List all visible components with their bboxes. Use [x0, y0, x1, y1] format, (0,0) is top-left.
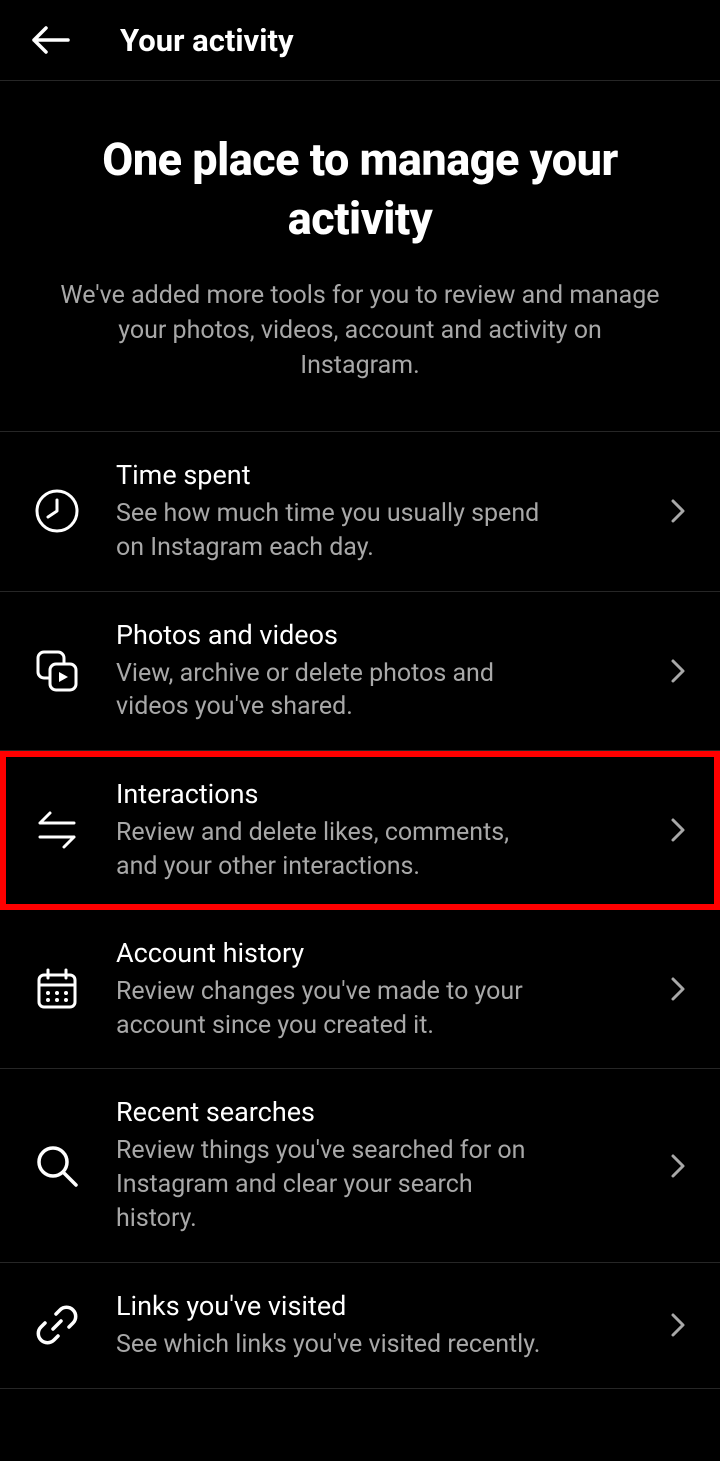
intro-section: One place to manage your activity We've …	[0, 81, 720, 431]
item-title: Links you've visited	[116, 1289, 652, 1324]
item-body: Links you've visited See which links you…	[116, 1289, 652, 1362]
item-title: Recent searches	[116, 1095, 652, 1130]
item-title: Interactions	[116, 777, 652, 812]
item-title: Account history	[116, 936, 652, 971]
chevron-right-icon	[664, 975, 692, 1003]
clock-icon	[32, 486, 82, 536]
item-recent-searches[interactable]: Recent searches Review things you've sea…	[0, 1069, 720, 1262]
item-links-visited[interactable]: Links you've visited See which links you…	[0, 1263, 720, 1389]
intro-title: One place to manage your activity	[40, 131, 680, 248]
item-subtitle: View, archive or delete photos and video…	[116, 657, 556, 725]
item-body: Account history Review changes you've ma…	[116, 936, 652, 1043]
arrows-swap-icon	[32, 805, 82, 855]
header-title: Your activity	[120, 22, 294, 59]
chevron-right-icon	[664, 657, 692, 685]
item-photos-videos[interactable]: Photos and videos View, archive or delet…	[0, 592, 720, 752]
item-body: Time spent See how much time you usually…	[116, 458, 652, 565]
arrow-left-icon	[28, 18, 72, 62]
item-subtitle: Review things you've searched for on Ins…	[116, 1134, 556, 1235]
link-icon	[32, 1300, 82, 1350]
media-icon	[32, 646, 82, 696]
search-icon	[32, 1141, 82, 1191]
activity-list: Time spent See how much time you usually…	[0, 431, 720, 1389]
item-body: Photos and videos View, archive or delet…	[116, 618, 652, 725]
item-time-spent[interactable]: Time spent See how much time you usually…	[0, 432, 720, 592]
chevron-right-icon	[664, 497, 692, 525]
item-subtitle: See how much time you usually spend on I…	[116, 497, 556, 565]
item-subtitle: Review and delete likes, comments, and y…	[116, 816, 556, 884]
item-title: Photos and videos	[116, 618, 652, 653]
back-button[interactable]	[28, 18, 72, 62]
item-account-history[interactable]: Account history Review changes you've ma…	[0, 910, 720, 1070]
chevron-right-icon	[664, 1311, 692, 1339]
header: Your activity	[0, 0, 720, 81]
calendar-icon	[32, 964, 82, 1014]
intro-subtitle: We've added more tools for you to review…	[40, 278, 680, 383]
item-body: Interactions Review and delete likes, co…	[116, 777, 652, 884]
item-title: Time spent	[116, 458, 652, 493]
chevron-right-icon	[664, 816, 692, 844]
item-subtitle: See which links you've visited recently.	[116, 1328, 556, 1362]
item-subtitle: Review changes you've made to your accou…	[116, 975, 556, 1043]
item-body: Recent searches Review things you've sea…	[116, 1095, 652, 1235]
item-interactions[interactable]: Interactions Review and delete likes, co…	[0, 751, 720, 910]
chevron-right-icon	[664, 1152, 692, 1180]
